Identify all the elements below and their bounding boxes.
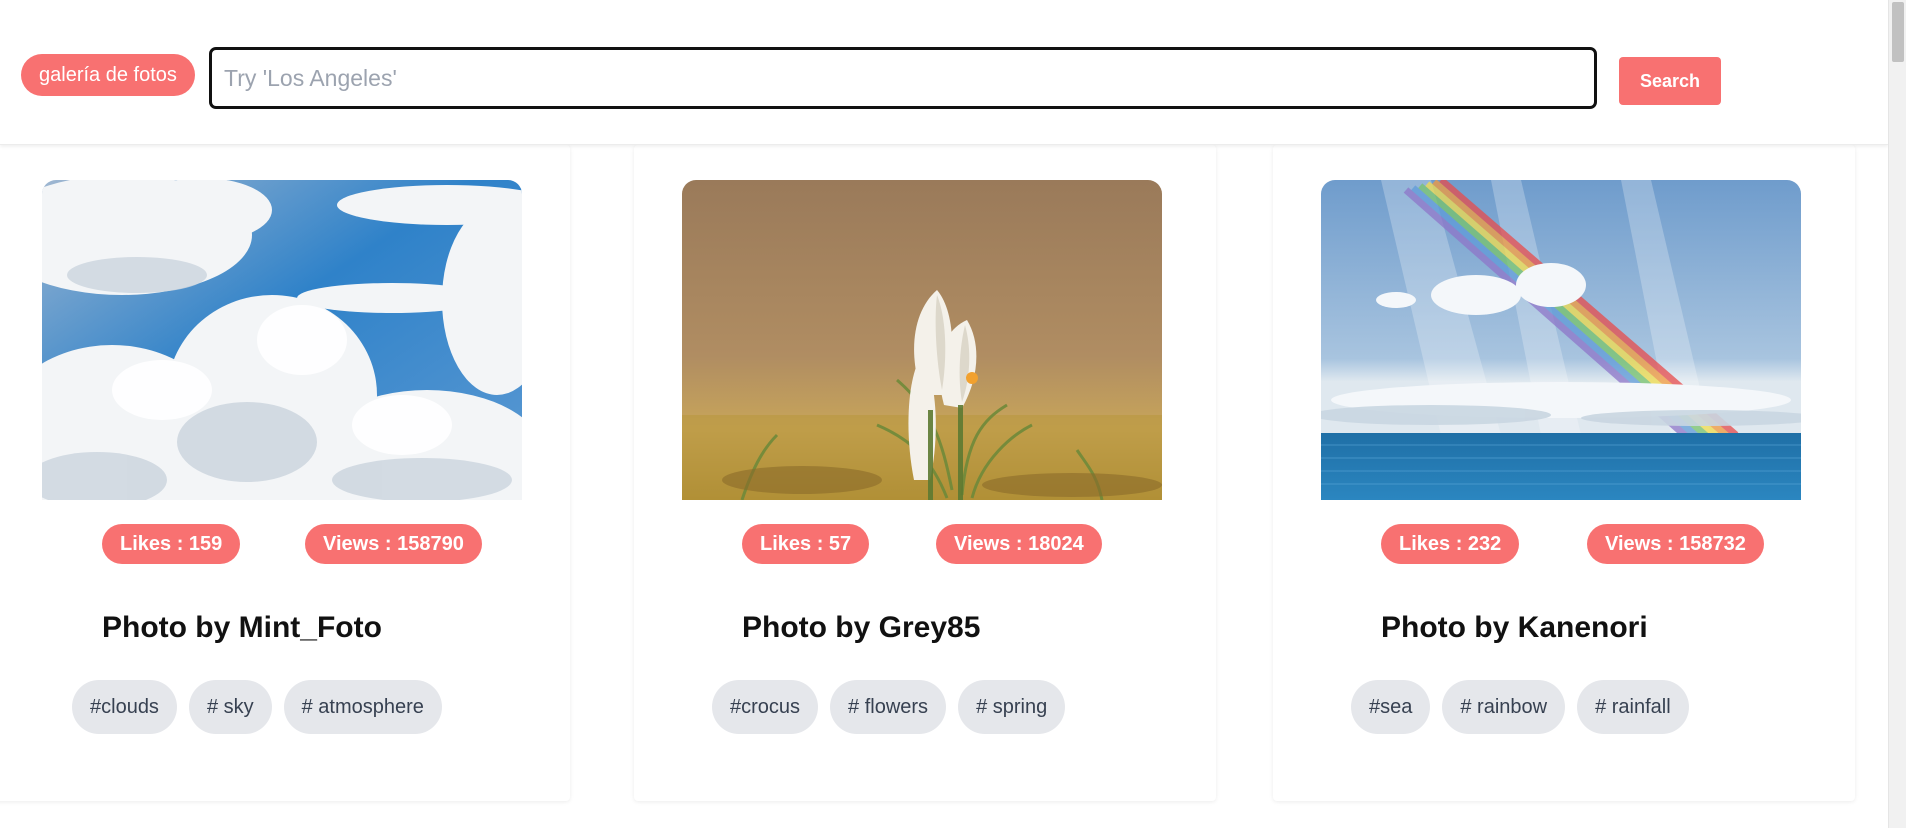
photo-card: Likes : 57 Views : 18024 Photo by Grey85… [634, 145, 1216, 801]
search-button[interactable]: Search [1619, 57, 1721, 105]
tag-chip[interactable]: # spring [958, 680, 1066, 734]
photo-image-crocus[interactable] [682, 180, 1162, 500]
likes-badge: Likes : 159 [102, 524, 241, 564]
tag-chip[interactable]: #sea [1351, 680, 1431, 734]
views-badge: Views : 158790 [305, 524, 482, 564]
tag-chip[interactable]: # sky [188, 680, 272, 734]
photo-title: Photo by Mint_Foto [102, 611, 382, 644]
top-search-bar: galería de fotos Search [0, 0, 1888, 145]
tag-chip[interactable]: # rainbow [1442, 680, 1566, 734]
photo-title: Photo by Kanenori [1381, 611, 1648, 644]
rainbow-image [1321, 180, 1801, 500]
photo-image-rainbow[interactable] [1321, 180, 1801, 500]
tag-chip[interactable]: #clouds [72, 680, 177, 734]
photo-card: Likes : 159 Views : 158790 Photo by Mint… [0, 145, 570, 801]
scrollbar-thumb[interactable] [1892, 2, 1904, 62]
vertical-scrollbar[interactable] [1888, 0, 1906, 828]
tag-chip[interactable]: #crocus [712, 680, 819, 734]
photo-gallery-page: galería de fotos Search [0, 0, 1906, 828]
photo-image-clouds[interactable] [42, 180, 522, 500]
photo-title: Photo by Grey85 [742, 611, 981, 644]
likes-badge: Likes : 57 [742, 524, 870, 564]
likes-badge: Likes : 232 [1381, 524, 1520, 564]
tag-list: #crocus # flowers # spring [712, 680, 1066, 734]
clouds-image [42, 180, 522, 500]
tag-chip[interactable]: # atmosphere [283, 680, 442, 734]
tag-chip[interactable]: # flowers [830, 680, 947, 734]
tag-list: #clouds # sky # atmosphere [72, 680, 442, 734]
photo-card: Likes : 232 Views : 158732 Photo by Kane… [1273, 145, 1855, 801]
views-badge: Views : 18024 [936, 524, 1102, 564]
search-input[interactable] [209, 47, 1597, 109]
crocus-image [682, 180, 1162, 500]
views-badge: Views : 158732 [1587, 524, 1764, 564]
tag-list: #sea # rainbow # rainfall [1351, 680, 1689, 734]
photo-grid: Likes : 159 Views : 158790 Photo by Mint… [0, 145, 1888, 828]
tag-chip[interactable]: # rainfall [1577, 680, 1689, 734]
brand-badge[interactable]: galería de fotos [21, 54, 195, 96]
